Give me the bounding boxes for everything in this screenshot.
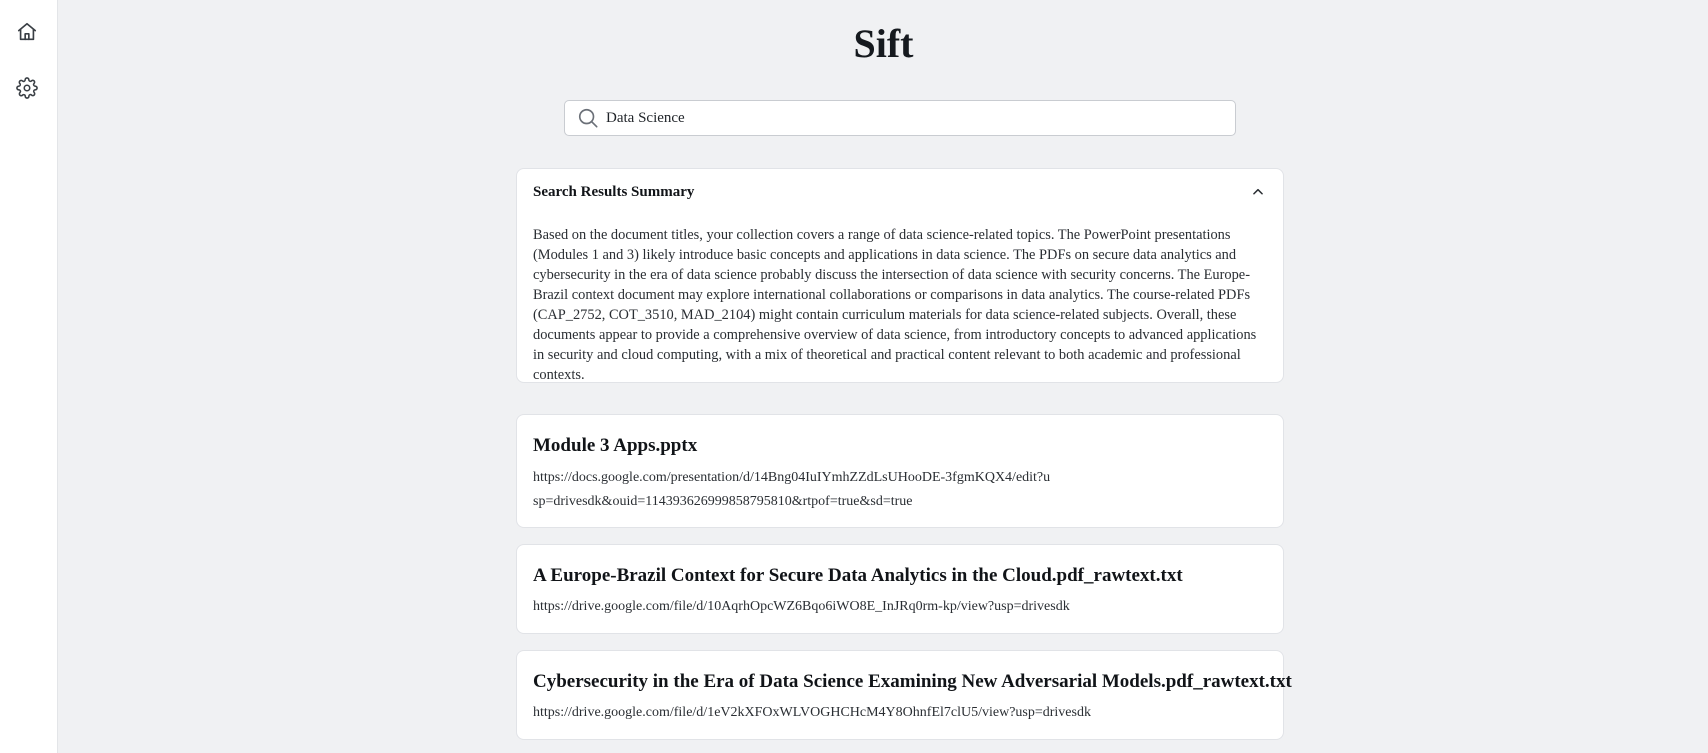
- sidebar: [0, 0, 58, 753]
- search-results-summary: Search Results Summary Based on the docu…: [516, 168, 1284, 383]
- home-button[interactable]: [15, 20, 39, 44]
- result-title[interactable]: Module 3 Apps.pptx: [533, 435, 1267, 457]
- result-link[interactable]: https://docs.google.com/presentation/d/1…: [533, 466, 1053, 514]
- summary-title: Search Results Summary: [533, 183, 695, 200]
- settings-button[interactable]: [15, 76, 39, 100]
- chevron-up-icon[interactable]: [1249, 183, 1267, 201]
- summary-text: Based on the document titles, your colle…: [533, 227, 1257, 383]
- app-title: Sift: [853, 21, 914, 66]
- main-content: Sift Search Results Summary Based on the…: [59, 0, 1708, 753]
- summary-header[interactable]: Search Results Summary: [533, 181, 1267, 203]
- search-box[interactable]: [564, 100, 1236, 136]
- search-icon: [576, 106, 600, 130]
- gear-icon: [16, 77, 38, 99]
- result-title[interactable]: A Europe-Brazil Context for Secure Data …: [533, 565, 1267, 587]
- search-input[interactable]: [606, 109, 1235, 127]
- result-card[interactable]: Module 3 Apps.pptx https://docs.google.c…: [516, 414, 1284, 528]
- home-icon: [17, 22, 37, 41]
- result-link[interactable]: https://drive.google.com/file/d/1eV2kXFO…: [533, 701, 1267, 725]
- result-card[interactable]: A Europe-Brazil Context for Secure Data …: [516, 544, 1284, 634]
- result-title[interactable]: Cybersecurity in the Era of Data Science…: [533, 671, 1292, 693]
- result-link[interactable]: https://drive.google.com/file/d/10AqrhOp…: [533, 595, 1267, 619]
- result-card[interactable]: Cybersecurity in the Era of Data Science…: [516, 650, 1292, 740]
